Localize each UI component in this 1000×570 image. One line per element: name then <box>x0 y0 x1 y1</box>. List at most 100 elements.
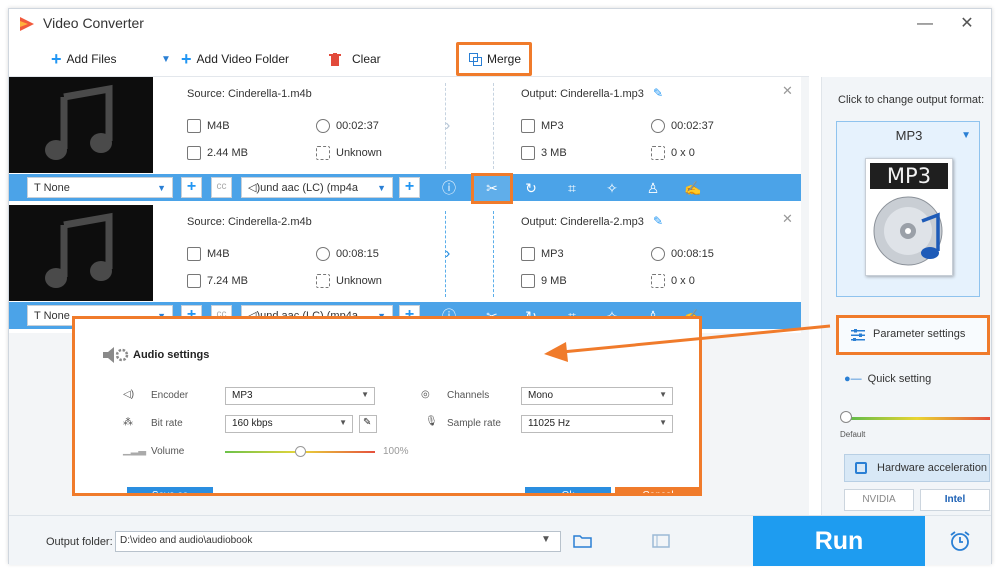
source-format-value: M4B <box>207 120 230 132</box>
speaker-icon: ◁) <box>123 389 135 400</box>
source-resolution-value: Unknown <box>336 275 382 287</box>
output-folder-field[interactable]: D:\video and audio\audiobook <box>115 531 561 552</box>
run-button[interactable]: Run <box>753 516 925 566</box>
info-icon[interactable]: ⓘ <box>440 179 458 197</box>
add-video-folder-button[interactable]: + Add Video Folder <box>181 49 289 69</box>
text-icon: T <box>34 309 44 322</box>
output-size-value: 3 MB <box>541 147 567 159</box>
output-format: MP3 <box>521 119 564 133</box>
source-duration-value: 00:08:15 <box>336 248 379 260</box>
quality-slider-track[interactable] <box>844 417 990 420</box>
ok-button[interactable]: Ok <box>525 487 611 493</box>
edit-bitrate-button[interactable]: ✎ <box>359 415 377 433</box>
add-files-label: Add Files <box>66 52 117 66</box>
clock-icon <box>651 119 665 133</box>
cancel-button[interactable]: Cancel <box>615 487 699 493</box>
edit-pencil-icon[interactable]: ✎ <box>653 214 663 228</box>
export-folder-icon[interactable] <box>651 533 671 549</box>
chip-icon <box>855 462 867 474</box>
intel-toggle[interactable]: Intel <box>920 489 990 511</box>
subtitle-select[interactable]: T None ▼ <box>27 177 173 198</box>
output-size-value: 9 MB <box>541 275 567 287</box>
edit-pencil-icon[interactable]: ✎ <box>653 86 663 100</box>
folder-icon <box>521 146 535 160</box>
nvidia-toggle[interactable]: NVIDIA <box>844 489 914 511</box>
rotate-icon[interactable]: ↻ <box>522 179 540 197</box>
chevron-right-icon: › <box>445 245 451 262</box>
sliders-icon <box>851 329 865 341</box>
save-as-button[interactable]: Save as <box>127 487 213 493</box>
chevron-down-icon: ▼ <box>659 418 667 427</box>
edit-icon[interactable]: ✍ <box>684 179 702 197</box>
slider-dot-icon: ●— <box>844 373 862 385</box>
intel-label: Intel <box>944 494 966 505</box>
source-size: 2.44 MB <box>187 146 248 160</box>
alarm-clock-icon[interactable] <box>949 530 971 552</box>
encoder-select[interactable]: MP3 ▼ <box>225 387 375 405</box>
output-resolution-value: 0 x 0 <box>671 275 695 287</box>
watermark-icon[interactable]: ♙ <box>644 179 662 197</box>
sample-rate-select[interactable]: 11025 Hz ▼ <box>521 415 673 433</box>
folder-icon <box>521 274 535 288</box>
source-duration: 00:02:37 <box>316 119 379 133</box>
cc-icon[interactable]: cc <box>211 177 232 198</box>
minimize-icon[interactable]: — <box>914 13 936 35</box>
crop-icon[interactable]: ⌗ <box>563 179 581 197</box>
channels-icon: ◎ <box>421 389 430 400</box>
parameter-settings-button[interactable]: Parameter settings <box>836 315 990 355</box>
add-audio-track-button[interactable]: + <box>399 177 420 198</box>
output-format-selector[interactable]: MP3 ▼ MP3 <box>836 121 980 297</box>
clock-icon <box>651 247 665 261</box>
scissors-icon[interactable]: ✂ <box>483 179 501 197</box>
trash-icon <box>329 52 341 66</box>
bitrate-icon: ⁂ <box>123 417 133 428</box>
merge-button[interactable]: Merge <box>469 49 521 69</box>
app-title: Video Converter <box>43 15 144 31</box>
chevron-down-icon: ▼ <box>377 182 386 193</box>
source-resolution: Unknown <box>316 274 382 288</box>
effects-wand-icon[interactable]: ✧ <box>603 179 621 197</box>
quality-slider-knob[interactable] <box>840 411 852 423</box>
source-size-value: 2.44 MB <box>207 147 248 159</box>
source-format: M4B <box>187 119 230 133</box>
toolbar: + Add Files ▼ + Add Video Folder Clear M… <box>9 39 809 77</box>
chevron-down-icon: ▼ <box>961 130 971 141</box>
audio-track-select[interactable]: ◁)und aac (LC) (mp4a ▼ <box>241 177 393 198</box>
channels-select[interactable]: Mono ▼ <box>521 387 673 405</box>
audio-settings-title: Audio settings <box>133 349 210 361</box>
add-files-dropdown-icon[interactable]: ▼ <box>161 49 171 69</box>
output-resolution: 0 x 0 <box>651 146 695 160</box>
quick-setting[interactable]: ●— Quick setting <box>844 373 931 385</box>
format-icon <box>521 247 535 261</box>
source-duration: 00:08:15 <box>316 247 379 261</box>
source-size-value: 7.24 MB <box>207 275 248 287</box>
file-item[interactable]: Source: Cinderella-1.m4b M4B 00:02:37 2.… <box>9 77 801 205</box>
bitrate-select[interactable]: 160 kbps ▼ <box>225 415 353 433</box>
resolution-icon <box>316 274 330 288</box>
speaker-icon: ◁) <box>248 182 261 194</box>
clock-icon <box>316 119 330 133</box>
file-item[interactable]: Source: Cinderella-2.m4b M4B 00:08:15 7.… <box>9 205 801 333</box>
output-sidebar: Click to change output format: MP3 ▼ MP3… <box>821 77 991 517</box>
music-note-icon <box>45 212 113 288</box>
file-options-strip: T None ▼ + cc ◁)und aac (LC) (mp4a ▼ + ⓘ ✂… <box>9 173 801 204</box>
output-duration: 00:02:37 <box>651 119 714 133</box>
chevron-right-icon: › <box>445 117 451 134</box>
output-format: MP3 <box>521 247 564 261</box>
clear-button[interactable]: Clear <box>329 49 381 69</box>
volume-bars-icon: ▁▂▃ <box>123 445 147 456</box>
close-window-icon[interactable]: ✕ <box>956 13 978 35</box>
add-subtitle-button[interactable]: + <box>181 177 202 198</box>
volume-slider-knob[interactable] <box>295 446 306 457</box>
channels-value: Mono <box>528 390 554 401</box>
hardware-acceleration-button[interactable]: Hardware acceleration <box>844 454 990 482</box>
remove-file-icon[interactable]: ✕ <box>782 211 793 227</box>
folder-icon <box>187 274 201 288</box>
pencil-icon: ✎ <box>363 417 372 428</box>
remove-file-icon[interactable]: ✕ <box>782 83 793 99</box>
open-folder-icon[interactable] <box>573 533 593 549</box>
parameter-settings-label: Parameter settings <box>873 328 966 340</box>
nvidia-label: NVIDIA <box>862 494 896 505</box>
chevron-down-icon[interactable]: ▼ <box>541 534 551 545</box>
add-files-button[interactable]: + Add Files <box>51 49 117 69</box>
